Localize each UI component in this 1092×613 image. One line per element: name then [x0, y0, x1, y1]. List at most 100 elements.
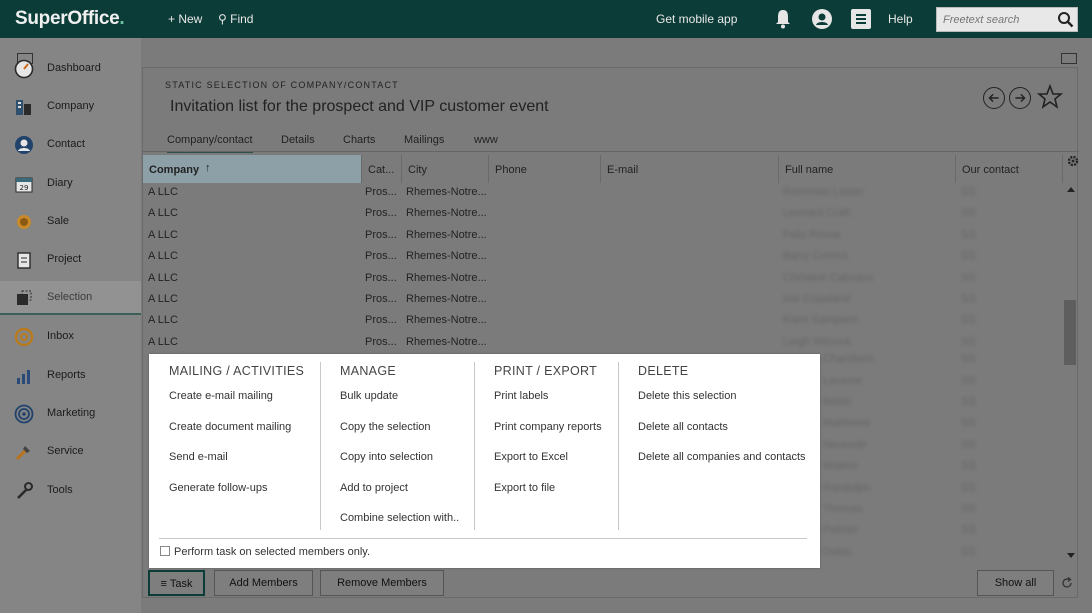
tab-details[interactable]: Details: [281, 134, 315, 146]
table-row[interactable]: A LLC Pros... Rhemes-Notre... Klare Sampson…: [143, 310, 1063, 331]
bell-icon[interactable]: [774, 9, 792, 29]
page-title: Invitation list for the prospect and VIP…: [170, 98, 549, 115]
sidebar-item-contact[interactable]: Contact: [0, 128, 141, 162]
menu-item-create-document-mailing[interactable]: Create document mailing: [169, 421, 304, 452]
column-header-label: Our contact: [962, 164, 1019, 176]
menu-item-export-to-file[interactable]: Export to file: [494, 482, 602, 513]
previous-arrow-icon[interactable]: [983, 87, 1005, 109]
cell-name: Thomas: [823, 503, 863, 515]
cell-contact: SS: [961, 396, 976, 408]
perform-checkbox[interactable]: [160, 546, 170, 556]
scroll-up-icon[interactable]: [1067, 187, 1075, 192]
get-mobile-app-link[interactable]: Get mobile app: [656, 12, 737, 26]
sidebar-item-label: Selection: [47, 291, 93, 303]
help-link[interactable]: Help: [888, 12, 913, 26]
scroll-down-icon[interactable]: [1067, 553, 1075, 558]
table-row[interactable]: A LLC Pros... Rhemes-Notre... Leigh Wilcock…: [143, 332, 1063, 353]
table-row[interactable]: A LLC Pros... Rhemes-Notre... Rommelo Laste…: [143, 182, 1063, 203]
cell-company: A LLC: [148, 335, 178, 348]
column-header-our-contact[interactable]: Our contact: [956, 155, 1063, 183]
column-header-company[interactable]: Company ↑: [143, 155, 362, 183]
menu-item-add-to-project[interactable]: Add to project: [340, 482, 459, 513]
tools-icon: [14, 481, 34, 501]
menu-item-copy-into-selection[interactable]: Copy into selection: [340, 451, 459, 482]
scrollbar-thumb[interactable]: [1064, 300, 1076, 365]
remove-members-button[interactable]: Remove Members: [320, 570, 444, 596]
sidebar-item-label: Dashboard: [47, 62, 101, 74]
column-header-full-name[interactable]: Full name: [779, 155, 956, 183]
sidebar-item-tools[interactable]: Tools: [0, 474, 141, 508]
menu-section-title: PRINT / EXPORT: [494, 364, 598, 378]
cell-company: A LLC: [148, 207, 178, 220]
top-bar: SuperOffice. + New ⚲ Find Get mobile app…: [0, 0, 1092, 38]
task-button[interactable]: ≡ Task: [148, 570, 205, 596]
user-icon[interactable]: [812, 9, 832, 29]
refresh-icon[interactable]: [1061, 577, 1073, 589]
table-row[interactable]: A LLC Pros... Rhemes-Notre... Christine Cal…: [143, 268, 1063, 289]
column-header-city[interactable]: City: [402, 155, 489, 183]
search-box: [936, 7, 1078, 32]
sidebar-item-label: Diary: [47, 177, 73, 189]
logo[interactable]: SuperOffice.: [15, 8, 125, 30]
cell-company: A LLC: [148, 293, 178, 305]
show-all-button[interactable]: Show all: [977, 570, 1054, 596]
sidebar-item-reports[interactable]: Reports: [0, 359, 141, 393]
cell-contact: SS: [961, 250, 976, 263]
popup-divider: [159, 538, 807, 539]
menu-item-generate-follow-ups[interactable]: Generate follow-ups: [169, 482, 304, 513]
star-icon[interactable]: [1037, 84, 1063, 110]
menu-item-export-to-excel[interactable]: Export to Excel: [494, 451, 602, 482]
sort-arrow-icon[interactable]: ↑: [205, 162, 211, 174]
menu-item-delete-this-selection[interactable]: Delete this selection: [638, 390, 806, 421]
menu-item-print-company-reports[interactable]: Print company reports: [494, 421, 602, 452]
column-header-e-mail[interactable]: E-mail: [601, 155, 779, 183]
cell-name: Randolph: [823, 481, 871, 494]
sidebar-item-dashboard[interactable]: Dashboard: [0, 52, 141, 86]
cell-contact: SS: [961, 460, 976, 473]
table-row[interactable]: A LLC Pros... Rhemes-Notre... Felix Rosse SS: [143, 225, 1063, 246]
sidebar-item-label: Reports: [47, 369, 86, 381]
column-header-phone[interactable]: Phone: [489, 155, 601, 183]
find-button[interactable]: ⚲ Find: [218, 12, 253, 26]
new-button[interactable]: + New: [168, 12, 202, 26]
column-header-cat-[interactable]: Cat...: [362, 155, 402, 183]
menu-item-bulk-update[interactable]: Bulk update: [340, 390, 459, 421]
tab-www[interactable]: www: [474, 134, 498, 146]
menu-item-create-e-mail-mailing[interactable]: Create e-mail mailing: [169, 390, 304, 421]
cell-city: Rhemes-Notre...: [406, 207, 487, 220]
sidebar-item-company[interactable]: Company: [0, 90, 141, 124]
cell-name: Felix Rosse: [783, 228, 841, 241]
cell-name: Rommelo Laster: [783, 186, 864, 198]
add-members-button[interactable]: Add Members: [214, 570, 313, 596]
menu-item-print-labels[interactable]: Print labels: [494, 390, 602, 421]
tab-charts[interactable]: Charts: [343, 134, 375, 146]
table-row[interactable]: A LLC Pros... Rhemes-Notre... Leonard Craft…: [143, 203, 1063, 224]
table-row[interactable]: A LLC Pros... Rhemes-Notre... Barry Corrins…: [143, 246, 1063, 267]
menu-icon[interactable]: [851, 9, 871, 29]
search-icon[interactable]: [1057, 11, 1074, 28]
sidebar-item-sale[interactable]: Sale: [0, 205, 141, 239]
perform-on-selected-option[interactable]: Perform task on selected members only.: [160, 546, 370, 558]
sidebar-item-inbox[interactable]: Inbox: [0, 320, 141, 354]
sidebar-item-service[interactable]: Service: [0, 435, 141, 469]
tab-mailings[interactable]: Mailings: [404, 134, 444, 146]
sidebar-item-marketing[interactable]: Marketing: [0, 397, 141, 431]
sidebar-item-project[interactable]: Project: [0, 243, 141, 277]
gear-icon[interactable]: [1067, 155, 1079, 167]
menu-item-delete-all-contacts[interactable]: Delete all contacts: [638, 421, 806, 452]
menu-item-delete-all-companies-and-contacts[interactable]: Delete all companies and contacts: [638, 451, 806, 482]
menu-item-send-e-mail[interactable]: Send e-mail: [169, 451, 304, 482]
sidebar-item-diary[interactable]: 29 Diary: [0, 167, 141, 201]
cell-contact: SS: [961, 417, 976, 430]
menu-item-copy-the-selection[interactable]: Copy the selection: [340, 421, 459, 452]
diary-icon: 29: [14, 174, 34, 194]
sidebar-item-selection[interactable]: Selection: [0, 281, 141, 315]
expand-panel-icon[interactable]: [1061, 53, 1077, 64]
sidebar-item-label: Service: [47, 445, 84, 457]
search-input[interactable]: [937, 8, 1055, 31]
next-arrow-icon[interactable]: [1009, 87, 1031, 109]
cell-city: Rhemes-Notre...: [406, 186, 487, 198]
table-row[interactable]: A LLC Pros... Rhemes-Notre... Ivie Copeland…: [143, 289, 1063, 310]
cell-name: Matthews: [823, 417, 871, 430]
sidebar-item-label: Company: [47, 100, 95, 112]
